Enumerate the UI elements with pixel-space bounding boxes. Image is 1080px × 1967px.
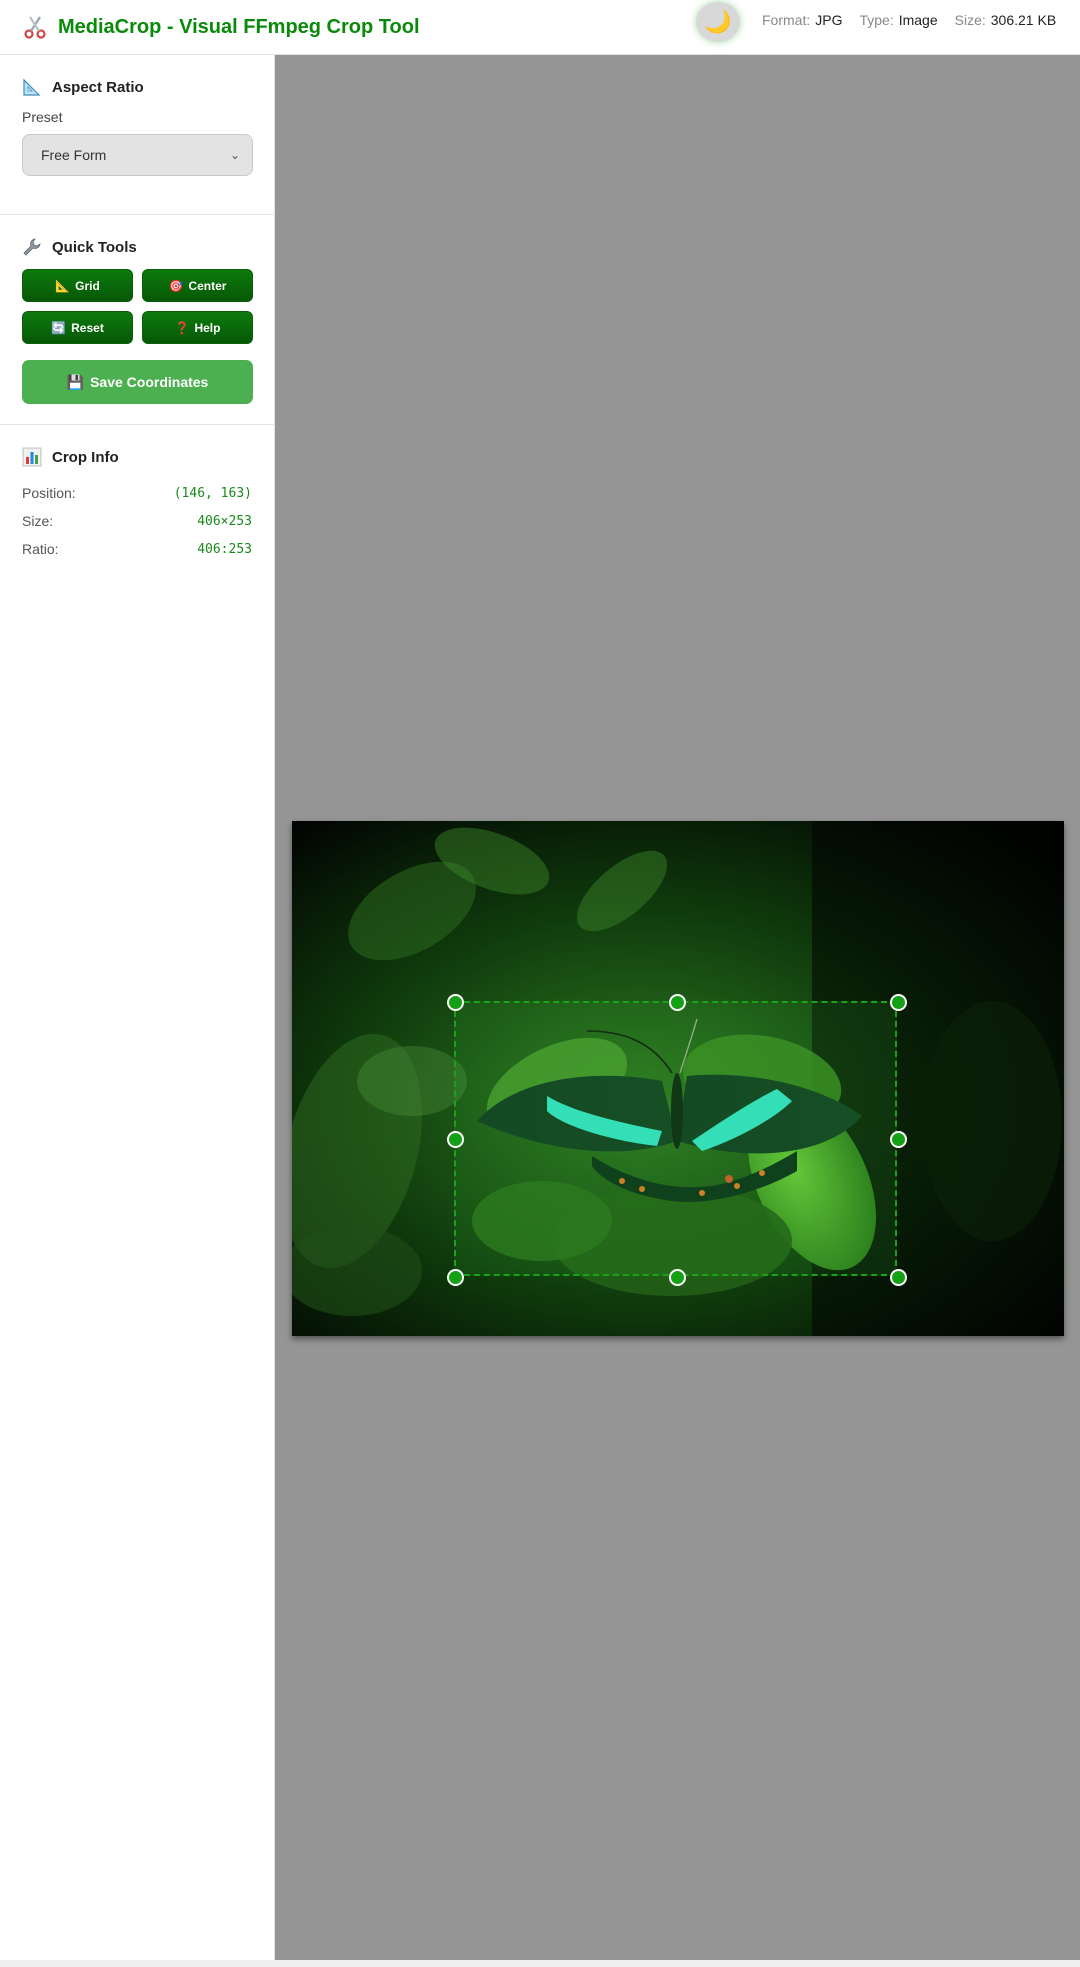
reset-button-label: Reset [71,320,104,335]
chevron-down-icon: ⌄ [229,148,240,162]
save-coordinates-button[interactable]: 💾 Save Coordinates [22,360,253,404]
save-coordinates-label: Save Coordinates [90,374,209,390]
triangle-ruler-icon [22,77,42,97]
crop-selection[interactable] [447,994,907,1286]
meta-format-label: Format: [762,12,811,28]
aspect-ratio-section: Aspect Ratio Preset Free Form ⌄ [0,55,274,215]
preset-label: Preset [22,109,63,125]
meta-format-value: JPG [815,12,843,28]
help-button-label: Help [194,320,221,335]
size-value: 406×253 [197,513,252,529]
quick-tools-title: Quick Tools [52,238,137,256]
app-title: MediaCrop - Visual FFmpeg Crop Tool [58,15,420,38]
sidebar: Aspect Ratio Preset Free Form ⌄ Quick To… [0,55,275,1960]
ratio-value: 406:253 [197,541,252,557]
crop-handle-top[interactable] [669,994,686,1011]
target-icon: 🎯 [168,278,184,293]
quick-tools-section: Quick Tools 📐 Grid 🎯 Center 🔄 Reset ❓ He… [0,215,274,425]
position-label: Position: [22,485,76,501]
crop-info-title: Crop Info [52,448,119,466]
meta-size-label: Size: [954,12,986,28]
grid-button-label: Grid [75,278,100,293]
help-button[interactable]: ❓ Help [142,311,253,344]
preset-select[interactable]: Free Form ⌄ [22,134,253,176]
meta-size: Size: 306.21 KB [955,12,1057,28]
canvas-workspace [275,55,1080,1960]
triangle-ruler-icon: 📐 [55,278,71,293]
wrench-icon [22,237,42,257]
quick-tools-heading: Quick Tools [22,237,252,257]
crop-handle-left[interactable] [447,1131,464,1148]
crop-info-section: Crop Info Position: (146, 163) Size: 406… [0,425,274,583]
ratio-label: Ratio: [22,541,59,557]
tools-grid: 📐 Grid 🎯 Center 🔄 Reset ❓ Help [22,269,253,344]
crop-info-heading: Crop Info [22,447,252,467]
size-label: Size: [22,513,54,529]
crop-handle-bottom-left[interactable] [447,1269,464,1286]
reset-icon: 🔄 [51,320,67,335]
bottom-strip [0,1960,1080,1967]
meta-type-value: Image [898,12,938,28]
reset-button[interactable]: 🔄 Reset [22,311,133,344]
aspect-ratio-heading: Aspect Ratio [22,77,252,97]
moon-icon: 🌙 [704,9,732,34]
center-button[interactable]: 🎯 Center [142,269,253,302]
meta-format: Format: JPG [762,12,842,28]
meta-size-value: 306.21 KB [990,12,1057,28]
floppy-disk-icon: 💾 [66,373,85,390]
brand: MediaCrop - Visual FFmpeg Crop Tool [22,14,420,40]
crop-handle-top-right[interactable] [890,994,907,1011]
crop-handle-right[interactable] [890,1131,907,1148]
center-button-label: Center [188,278,227,293]
bar-chart-icon [22,447,42,467]
meta-type-label: Type: [859,12,894,28]
question-icon: ❓ [174,320,190,335]
crop-handle-top-left[interactable] [447,994,464,1011]
aspect-ratio-title: Aspect Ratio [52,78,144,96]
info-row-ratio: Ratio: 406:253 [22,535,252,563]
info-row-position: Position: (146, 163) [22,479,252,507]
info-row-size: Size: 406×253 [22,507,252,535]
position-value: (146, 163) [173,485,252,501]
app-header: MediaCrop - Visual FFmpeg Crop Tool 🌙 Fo… [0,0,1080,55]
preset-select-value: Free Form [41,147,107,163]
meta-type: Type: Image [859,12,937,28]
scissors-icon [24,16,46,39]
grid-button[interactable]: 📐 Grid [22,269,133,302]
file-meta: Format: JPG Type: Image Size: 306.21 KB [762,12,1056,28]
crop-handle-bottom-right[interactable] [890,1269,907,1286]
media-preview [292,821,1064,1336]
theme-toggle-button[interactable]: 🌙 [696,2,740,42]
crop-handle-bottom[interactable] [669,1269,686,1286]
